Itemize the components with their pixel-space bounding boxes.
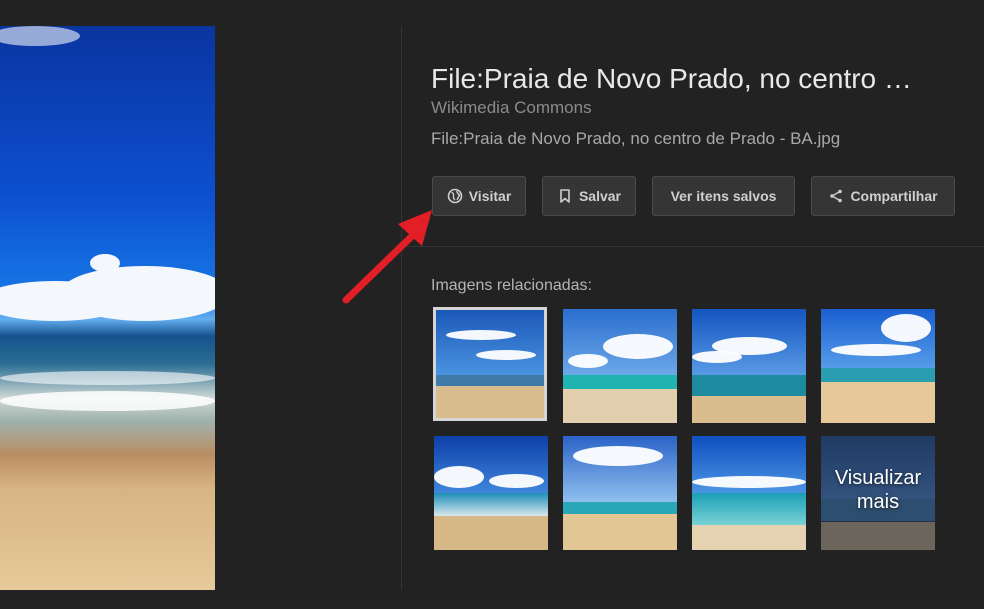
saved-items-button[interactable]: Ver itens salvos (652, 176, 795, 216)
cloud-shape (90, 254, 120, 272)
save-button-label: Salvar (578, 188, 622, 204)
annotation-arrow-icon (342, 210, 432, 304)
related-image-thumbnail[interactable] (434, 436, 548, 550)
wave-shape (0, 371, 215, 385)
image-source[interactable]: Wikimedia Commons (431, 98, 592, 118)
image-filename: File:Praia de Novo Prado, no centro de P… (431, 129, 841, 148)
related-image-thumbnail[interactable] (821, 309, 935, 423)
vertical-divider (401, 26, 402, 590)
bookmark-icon (560, 189, 570, 203)
share-icon (830, 189, 843, 203)
wave-shape (0, 391, 215, 411)
view-more-tile[interactable]: Visualizar mais (821, 436, 935, 550)
cloud-shape (0, 26, 80, 46)
related-image-thumbnail[interactable] (692, 309, 806, 423)
related-images-heading: Imagens relacionadas: (431, 277, 592, 294)
related-image-thumbnail[interactable] (563, 436, 677, 550)
saved-items-button-label: Ver itens salvos (670, 188, 777, 204)
visit-button[interactable]: Visitar (432, 176, 526, 216)
share-button-label: Compartilhar (850, 188, 938, 204)
visit-button-label: Visitar (468, 188, 512, 204)
related-image-thumbnail[interactable] (433, 307, 547, 421)
view-more-label: Visualizar mais (834, 467, 922, 513)
main-image-preview[interactable] (0, 26, 215, 590)
horizontal-divider (402, 246, 984, 247)
share-button[interactable]: Compartilhar (811, 176, 955, 216)
related-image-thumbnail[interactable] (692, 436, 806, 550)
related-image-thumbnail[interactable] (563, 309, 677, 423)
image-title[interactable]: File:Praia de Novo Prado, no centro … (431, 60, 971, 98)
globe-icon (447, 188, 463, 204)
save-button[interactable]: Salvar (542, 176, 636, 216)
